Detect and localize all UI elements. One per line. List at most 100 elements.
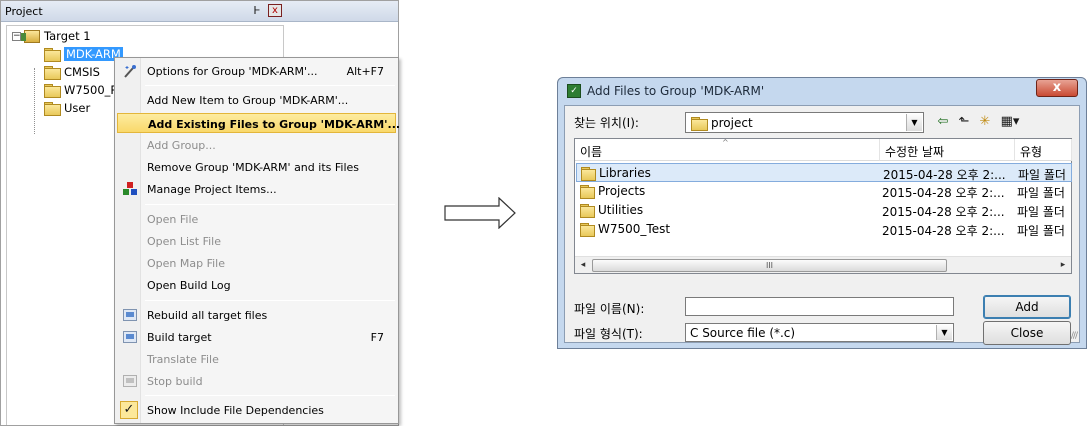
item-type: 파일 폴더 <box>1018 168 1066 182</box>
add-button[interactable]: Add <box>983 295 1071 319</box>
column-header-date[interactable]: 수정한 날짜 <box>880 139 1015 161</box>
target-icon <box>21 29 40 43</box>
menu-separator <box>145 395 395 396</box>
panel-close-icon[interactable]: x <box>268 4 282 17</box>
column-header-label: 유형 <box>1020 145 1043 159</box>
dialog-body: 찾는 위치(I): project ▼ ⇦ ⬑ ✳ ▦▾ ^ 이름 수정한 날짜… <box>564 105 1080 345</box>
menu-item-label: Open List File <box>147 235 222 248</box>
tree-root-target[interactable]: − Target 1 <box>12 28 91 44</box>
tree-group-label: User <box>64 101 91 115</box>
horizontal-scrollbar[interactable]: ◂ III ▸ <box>575 256 1071 273</box>
dialog-titlebar[interactable]: ✓ Add Files to Group 'MDK-ARM' x <box>558 78 1086 104</box>
menu-item-translate-file[interactable]: Translate File <box>117 349 396 369</box>
tree-group-label: CMSIS <box>64 65 100 79</box>
menu-item-add-new-item[interactable]: Add New Item to Group 'MDK-ARM'... <box>117 90 396 110</box>
menu-item-label: Show Include File Dependencies <box>147 404 324 417</box>
add-files-dialog: ✓ Add Files to Group 'MDK-ARM' x 찾는 위치(I… <box>557 77 1087 349</box>
rebuild-icon <box>121 307 139 323</box>
look-in-dropdown[interactable]: project ▼ <box>685 112 924 133</box>
menu-item-label: Translate File <box>147 353 219 366</box>
up-folder-icon[interactable]: ⬑ <box>955 113 973 131</box>
menu-item-add-existing-files[interactable]: Add Existing Files to Group 'MDK-ARM'... <box>117 113 400 133</box>
menu-item-open-list-file[interactable]: Open List File <box>117 231 396 251</box>
menu-item-manage-project-items[interactable]: Manage Project Items... <box>117 179 396 199</box>
menu-item-rebuild-all[interactable]: Rebuild all target files <box>117 305 396 325</box>
file-type-label: 파일 형식(T): <box>574 327 643 341</box>
chevron-down-icon[interactable]: ▼ <box>936 325 952 340</box>
build-icon <box>121 329 139 345</box>
item-date: 2015-04-28 오후 2:... <box>882 224 1005 238</box>
file-name-label: 파일 이름(N): <box>574 302 645 316</box>
menu-item-label: Open File <box>147 213 199 226</box>
column-header-name[interactable]: ^ 이름 <box>575 138 880 161</box>
item-name: Utilities <box>598 203 644 217</box>
context-menu: Options for Group 'MDK-ARM'... Alt+F7 Ad… <box>114 57 400 424</box>
menu-item-label: Open Build Log <box>147 279 231 292</box>
tree-group-mdk-arm[interactable]: MDK-ARM <box>44 46 123 62</box>
folder-icon <box>581 167 596 181</box>
file-type-dropdown[interactable]: C Source file (*.c) ▼ <box>685 323 954 342</box>
chevron-down-icon[interactable]: ▼ <box>906 114 922 131</box>
menu-item-open-file[interactable]: Open File <box>117 209 396 229</box>
menu-item-add-group[interactable]: Add Group... <box>117 135 396 155</box>
item-date: 2015-04-28 오후 2:... <box>882 186 1005 200</box>
scrollbar-thumb[interactable]: III <box>592 259 947 272</box>
column-header-type[interactable]: 유형 <box>1015 139 1072 161</box>
look-in-value: project <box>711 116 753 130</box>
menu-item-label: Add Existing Files to Group 'MDK-ARM'... <box>148 118 401 131</box>
close-button[interactable]: Close <box>983 321 1071 345</box>
look-in-label: 찾는 위치(I): <box>574 116 639 130</box>
menu-item-show-include-deps[interactable]: ✓ Show Include File Dependencies <box>117 400 396 420</box>
scroll-right-icon[interactable]: ▸ <box>1055 258 1071 273</box>
list-item[interactable]: Libraries 2015-04-28 오후 2:... 파일 폴더 <box>576 163 1072 182</box>
dialog-title: Add Files to Group 'MDK-ARM' <box>587 84 765 98</box>
menu-item-label: Add New Item to Group 'MDK-ARM'... <box>147 94 349 107</box>
scroll-left-icon[interactable]: ◂ <box>575 258 591 273</box>
close-icon[interactable]: x <box>1036 79 1078 97</box>
menu-separator <box>145 204 395 205</box>
project-panel-title: Project <box>5 5 43 18</box>
wand-icon <box>121 63 139 79</box>
list-item[interactable]: Utilities 2015-04-28 오후 2:... 파일 폴더 <box>576 201 1072 220</box>
menu-item-label: Manage Project Items... <box>147 183 277 196</box>
item-name: Projects <box>598 184 646 198</box>
menu-item-open-build-log[interactable]: Open Build Log <box>117 275 396 295</box>
file-list[interactable]: ^ 이름 수정한 날짜 유형 Libraries 2015-04-28 오후 2… <box>574 138 1072 274</box>
pin-icon[interactable]: Ͱ <box>251 4 263 17</box>
folder-icon <box>44 48 61 62</box>
menu-item-label: Rebuild all target files <box>147 309 268 322</box>
menu-item-open-map-file[interactable]: Open Map File <box>117 253 396 273</box>
tree-group-cmsis[interactable]: CMSIS <box>44 64 100 80</box>
manage-items-icon <box>121 181 139 197</box>
menu-item-options-for-group[interactable]: Options for Group 'MDK-ARM'... Alt+F7 <box>117 61 396 81</box>
menu-item-stop-build[interactable]: Stop build <box>117 371 396 391</box>
resize-grip-icon[interactable]: /// <box>1071 331 1078 341</box>
item-name: W7500_Test <box>598 222 671 236</box>
list-item[interactable]: Projects 2015-04-28 오후 2:... 파일 폴더 <box>576 182 1072 201</box>
menu-item-label: Options for Group 'MDK-ARM'... <box>147 65 318 78</box>
item-type: 파일 폴더 <box>1017 224 1065 238</box>
app-icon: ✓ <box>567 84 581 98</box>
menu-item-remove-group[interactable]: Remove Group 'MDK-ARM' and its Files <box>117 157 396 177</box>
tree-group-label: W7500_P <box>64 83 118 97</box>
menu-item-build-target[interactable]: Build target F7 <box>117 327 396 347</box>
folder-icon <box>580 204 595 218</box>
list-item[interactable]: W7500_Test 2015-04-28 오후 2:... 파일 폴더 <box>576 220 1072 239</box>
file-name-field[interactable] <box>685 297 954 316</box>
new-folder-icon[interactable]: ✳ <box>976 113 994 131</box>
menu-item-label: Stop build <box>147 375 203 388</box>
item-date: 2015-04-28 오후 2:... <box>882 205 1005 219</box>
column-header-label: 수정한 날짜 <box>885 145 945 159</box>
menu-item-shortcut: F7 <box>370 331 384 344</box>
tree-connector <box>34 68 35 134</box>
menu-separator <box>145 300 395 301</box>
menu-item-label: Build target <box>147 331 212 344</box>
item-name: Libraries <box>599 166 651 180</box>
tree-group-w7500[interactable]: W7500_P <box>44 82 117 98</box>
back-arrow-icon[interactable]: ⇦ <box>934 113 952 131</box>
view-menu-icon[interactable]: ▦▾ <box>997 113 1023 131</box>
menu-separator <box>145 85 395 86</box>
folder-icon <box>44 102 61 116</box>
tree-group-user[interactable]: User <box>44 100 90 116</box>
collapse-icon[interactable]: − <box>12 31 21 41</box>
